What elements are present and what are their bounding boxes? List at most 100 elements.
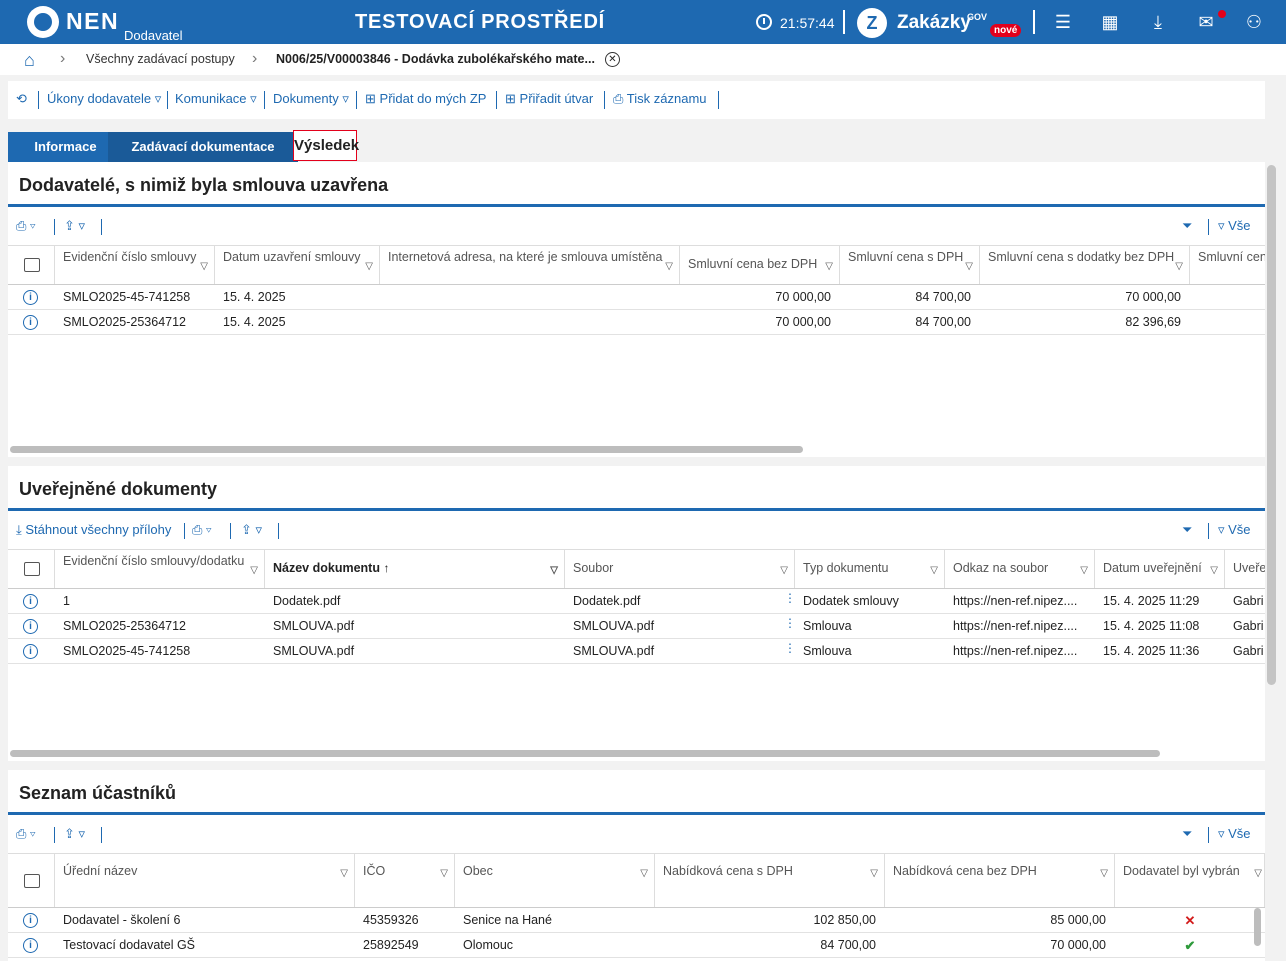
- column-settings[interactable]: [8, 246, 55, 284]
- tab-informace[interactable]: Informace: [8, 132, 123, 162]
- more-options-icon[interactable]: ⋮: [784, 617, 796, 629]
- ukony-dropdown[interactable]: Úkony dodavatele ▿: [47, 91, 161, 107]
- tab-zadavaci-dokumentace[interactable]: Zadávací dokumentace: [108, 132, 298, 162]
- filter-dropdown-icon[interactable]: ▽: [340, 866, 348, 881]
- column-header[interactable]: Evidenční číslo smlouvy ▽: [55, 246, 215, 284]
- scrollbar-thumb[interactable]: [10, 750, 1160, 757]
- column-settings[interactable]: [8, 854, 55, 907]
- cell-file-link[interactable]: SMLOUVA.pdf: [573, 614, 773, 639]
- column-header[interactable]: Datum uveřejnění ▽: [1095, 550, 1225, 588]
- grid-scrollbar[interactable]: [1254, 908, 1261, 946]
- horizontal-scrollbar[interactable]: [8, 444, 1265, 454]
- column-header[interactable]: Soubor ▽: [565, 550, 795, 588]
- table-row[interactable]: i SMLO2025-45-741258 SMLOUVA.pdf SMLOUVA…: [8, 639, 1265, 664]
- column-header[interactable]: Smluvní cena s DPH: [1190, 246, 1265, 284]
- column-settings[interactable]: [8, 550, 55, 588]
- column-header[interactable]: IČO ▽: [355, 854, 455, 907]
- column-header[interactable]: Internetová adresa, na které je smlouva …: [380, 246, 680, 284]
- filter-dropdown-icon[interactable]: ▽: [640, 866, 648, 881]
- column-header[interactable]: Úřední název ▽: [55, 854, 355, 907]
- user-icon[interactable]: ⚇: [1243, 11, 1265, 33]
- assign-unit-button[interactable]: ⊞ Přiřadit útvar: [505, 91, 593, 107]
- filter-dropdown-icon[interactable]: ▽: [1080, 563, 1088, 578]
- filter-dropdown-icon[interactable]: ▽: [665, 259, 673, 274]
- zakazky-link[interactable]: Zakázky: [897, 12, 971, 34]
- breadcrumb-all-procedures[interactable]: Všechny zadávací postupy: [86, 52, 235, 66]
- print-record-button[interactable]: ⎙ Tisk záznamu: [613, 91, 707, 107]
- column-header[interactable]: Nabídková cena bez DPH ▽: [885, 854, 1115, 907]
- mail-icon[interactable]: ✉: [1195, 11, 1217, 33]
- cell-file-url[interactable]: https://nen-ref.nipez....: [953, 589, 1088, 614]
- column-header[interactable]: Nabídková cena s DPH ▽: [655, 854, 885, 907]
- cell-file-url[interactable]: https://nen-ref.nipez....: [953, 614, 1088, 639]
- table-row[interactable]: i Dodavatel - školení 6 45359326 Senice …: [8, 908, 1265, 933]
- refresh-icon[interactable]: ⟲: [16, 91, 27, 107]
- page-scrollbar[interactable]: [1267, 165, 1276, 685]
- filter-dropdown-icon[interactable]: ▽: [965, 259, 973, 274]
- info-icon[interactable]: i: [23, 619, 38, 634]
- close-icon[interactable]: ✕: [605, 52, 620, 67]
- export-icon[interactable]: ⇪ ▿: [64, 826, 85, 842]
- cell-file-link[interactable]: SMLOUVA.pdf: [573, 639, 773, 664]
- table-row[interactable]: i SMLO2025-25364712 SMLOUVA.pdf SMLOUVA.…: [8, 614, 1265, 639]
- filter-dropdown-icon[interactable]: ▽: [1100, 866, 1108, 881]
- print-icon[interactable]: ⎙ ▿: [192, 522, 211, 538]
- filter-dropdown-icon[interactable]: ▽: [780, 563, 788, 578]
- column-header[interactable]: Název dokumentu ↑ ▽: [265, 550, 565, 588]
- filter-dropdown-icon[interactable]: ▽: [870, 866, 878, 881]
- column-header[interactable]: Evidenční číslo smlouvy/dodatku ▽: [55, 550, 265, 588]
- info-icon[interactable]: i: [23, 913, 38, 928]
- show-all-toggle[interactable]: ▿ Vše: [1218, 826, 1251, 842]
- download-all-button[interactable]: ⤓ Stáhnout všechny přílohy: [16, 522, 171, 538]
- more-options-icon[interactable]: ⋮: [784, 592, 796, 604]
- filter-dropdown-icon[interactable]: ▽: [825, 259, 833, 274]
- table-row[interactable]: i 1 Dodatek.pdf Dodatek.pdf ⋮ Dodatek sm…: [8, 589, 1265, 614]
- table-row[interactable]: i SMLO2025-25364712 15. 4. 2025 70 000,0…: [8, 310, 1265, 335]
- column-header[interactable]: Typ dokumentu ▽: [795, 550, 945, 588]
- column-header[interactable]: Smluvní cena bez DPH ▽: [680, 246, 840, 284]
- menu-icon[interactable]: ☰: [1052, 11, 1074, 33]
- info-icon[interactable]: i: [23, 938, 38, 953]
- more-options-icon[interactable]: ⋮: [784, 642, 796, 654]
- table-row[interactable]: i SMLO2025-45-741258 15. 4. 2025 70 000,…: [8, 285, 1265, 310]
- filter-dropdown-icon[interactable]: ▽: [1254, 866, 1262, 881]
- export-icon[interactable]: ⇪ ▿: [64, 218, 85, 234]
- filter-dropdown-icon[interactable]: ▽: [550, 563, 558, 578]
- info-icon[interactable]: i: [23, 315, 38, 330]
- print-icon[interactable]: ⎙ ▿: [16, 826, 35, 842]
- horizontal-scrollbar[interactable]: [8, 748, 1265, 758]
- info-icon[interactable]: i: [23, 290, 38, 305]
- column-header[interactable]: Smluvní cena s DPH ▽: [840, 246, 980, 284]
- column-header[interactable]: Uveřejnil: [1225, 550, 1265, 588]
- info-icon[interactable]: i: [23, 644, 38, 659]
- show-all-toggle[interactable]: ▿ Vše: [1218, 522, 1251, 538]
- column-header[interactable]: Smluvní cena s dodatky bez DPH ▽: [980, 246, 1190, 284]
- sort-ascending-icon[interactable]: ↑: [383, 561, 389, 575]
- table-row[interactable]: i Testovací dodavatel GŠ 25892549 Olomou…: [8, 933, 1265, 958]
- cell-file-link[interactable]: Dodatek.pdf: [573, 589, 773, 614]
- show-all-toggle[interactable]: ▿ Vše: [1218, 218, 1251, 234]
- calendar-icon[interactable]: ▦: [1099, 11, 1121, 33]
- filter-dropdown-icon[interactable]: ▽: [365, 259, 373, 274]
- filter-dropdown-icon[interactable]: ▽: [200, 259, 208, 274]
- logo-text[interactable]: NEN: [66, 8, 119, 35]
- cell-file-url[interactable]: https://nen-ref.nipez....: [953, 639, 1088, 664]
- column-header[interactable]: Obec ▽: [455, 854, 655, 907]
- column-header[interactable]: Odkaz na soubor ▽: [945, 550, 1095, 588]
- dokumenty-dropdown[interactable]: Dokumenty ▿: [273, 91, 349, 107]
- column-header[interactable]: Dodavatel byl vybrán ▽: [1115, 854, 1265, 907]
- add-to-my-procedures-button[interactable]: ⊞ Přidat do mých ZP: [365, 91, 486, 107]
- filter-dropdown-icon[interactable]: ▽: [930, 563, 938, 578]
- export-icon[interactable]: ⇪ ▿: [241, 522, 262, 538]
- info-icon[interactable]: i: [23, 594, 38, 609]
- filter-dropdown-icon[interactable]: ▽: [1210, 563, 1218, 578]
- filter-icon[interactable]: ⏷: [1182, 826, 1192, 842]
- filter-dropdown-icon[interactable]: ▽: [250, 563, 258, 578]
- filter-dropdown-icon[interactable]: ▽: [440, 866, 448, 881]
- tab-vysledek[interactable]: Výsledek: [293, 130, 359, 161]
- filter-icon[interactable]: ⏷: [1182, 522, 1192, 538]
- filter-icon[interactable]: ⏷: [1182, 218, 1192, 234]
- download-icon[interactable]: ⤓: [1147, 11, 1169, 33]
- zakazky-logo-icon[interactable]: Z: [857, 8, 887, 38]
- komunikace-dropdown[interactable]: Komunikace ▿: [175, 91, 257, 107]
